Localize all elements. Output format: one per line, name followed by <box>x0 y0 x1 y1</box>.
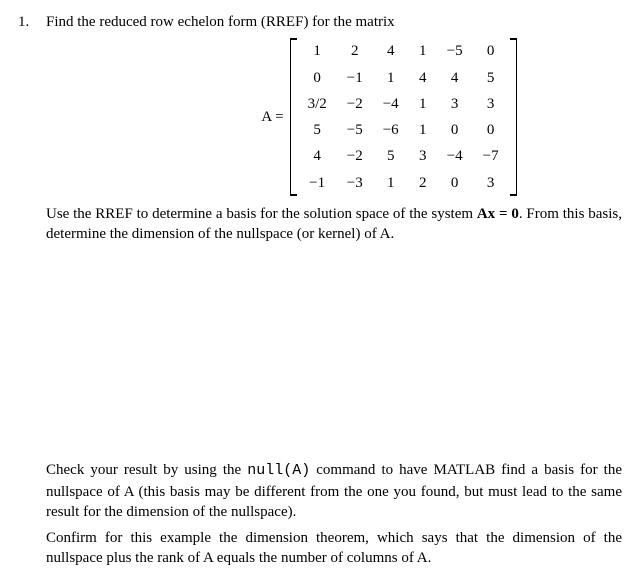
table-row: −1 −3 1 2 0 3 <box>298 170 509 196</box>
cell: −4 <box>437 143 473 169</box>
right-bracket <box>509 38 517 196</box>
paragraph-rref: Use the RREF to determine a basis for th… <box>46 204 622 245</box>
equation: Ax = 0 <box>477 206 519 222</box>
cell: 3 <box>437 91 473 117</box>
cell: 4 <box>298 143 337 169</box>
cell: −2 <box>337 143 373 169</box>
table-row: 3/2 −2 −4 1 3 3 <box>298 91 509 117</box>
cell: 1 <box>409 38 437 64</box>
cell: 5 <box>298 117 337 143</box>
cell: 1 <box>373 65 409 91</box>
cell: 0 <box>473 38 509 64</box>
code: null(A) <box>247 462 310 479</box>
cell: 4 <box>437 65 473 91</box>
matrix: 1 2 4 1 −5 0 0 −1 1 4 4 5 <box>290 38 517 196</box>
cell: −1 <box>298 170 337 196</box>
cell: −5 <box>437 38 473 64</box>
cell: 1 <box>409 117 437 143</box>
text: Use the RREF to determine a basis for th… <box>46 206 477 222</box>
cell: 0 <box>437 117 473 143</box>
text: Check your result by using the <box>46 462 247 478</box>
cell: 3 <box>409 143 437 169</box>
cell: 3 <box>473 91 509 117</box>
cell: 0 <box>437 170 473 196</box>
cell: 4 <box>373 38 409 64</box>
matrix-table: 1 2 4 1 −5 0 0 −1 1 4 4 5 <box>298 38 509 196</box>
cell: 5 <box>373 143 409 169</box>
table-row: 4 −2 5 3 −4 −7 <box>298 143 509 169</box>
table-row: 0 −1 1 4 4 5 <box>298 65 509 91</box>
left-bracket <box>290 38 298 196</box>
matrix-equation: A = 1 2 4 1 −5 0 0 −1 1 <box>156 38 622 196</box>
cell: −2 <box>337 91 373 117</box>
intro-text: Find the reduced row echelon form (RREF)… <box>46 12 622 32</box>
cell: −4 <box>373 91 409 117</box>
cell: 3 <box>473 170 509 196</box>
problem-body: Find the reduced row echelon form (RREF)… <box>46 12 622 575</box>
cell: 3/2 <box>298 91 337 117</box>
cell: 1 <box>409 91 437 117</box>
cell: −1 <box>337 65 373 91</box>
cell: 1 <box>298 38 337 64</box>
problem-number: 1. <box>18 12 46 575</box>
matrix-label: A = <box>261 107 283 127</box>
cell: 5 <box>473 65 509 91</box>
problem-block: 1. Find the reduced row echelon form (RR… <box>18 12 622 575</box>
table-row: 5 −5 −6 1 0 0 <box>298 117 509 143</box>
cell: −5 <box>337 117 373 143</box>
cell: 1 <box>373 170 409 196</box>
cell: 0 <box>473 117 509 143</box>
paragraph-null: Check your result by using the null(A) c… <box>46 460 622 522</box>
cell: 0 <box>298 65 337 91</box>
cell: 4 <box>409 65 437 91</box>
cell: 2 <box>409 170 437 196</box>
cell: −7 <box>473 143 509 169</box>
cell: −6 <box>373 117 409 143</box>
workspace-gap <box>46 250 622 460</box>
table-row: 1 2 4 1 −5 0 <box>298 38 509 64</box>
cell: −3 <box>337 170 373 196</box>
cell: 2 <box>337 38 373 64</box>
paragraph-dimension: Confirm for this example the dimension t… <box>46 528 622 569</box>
